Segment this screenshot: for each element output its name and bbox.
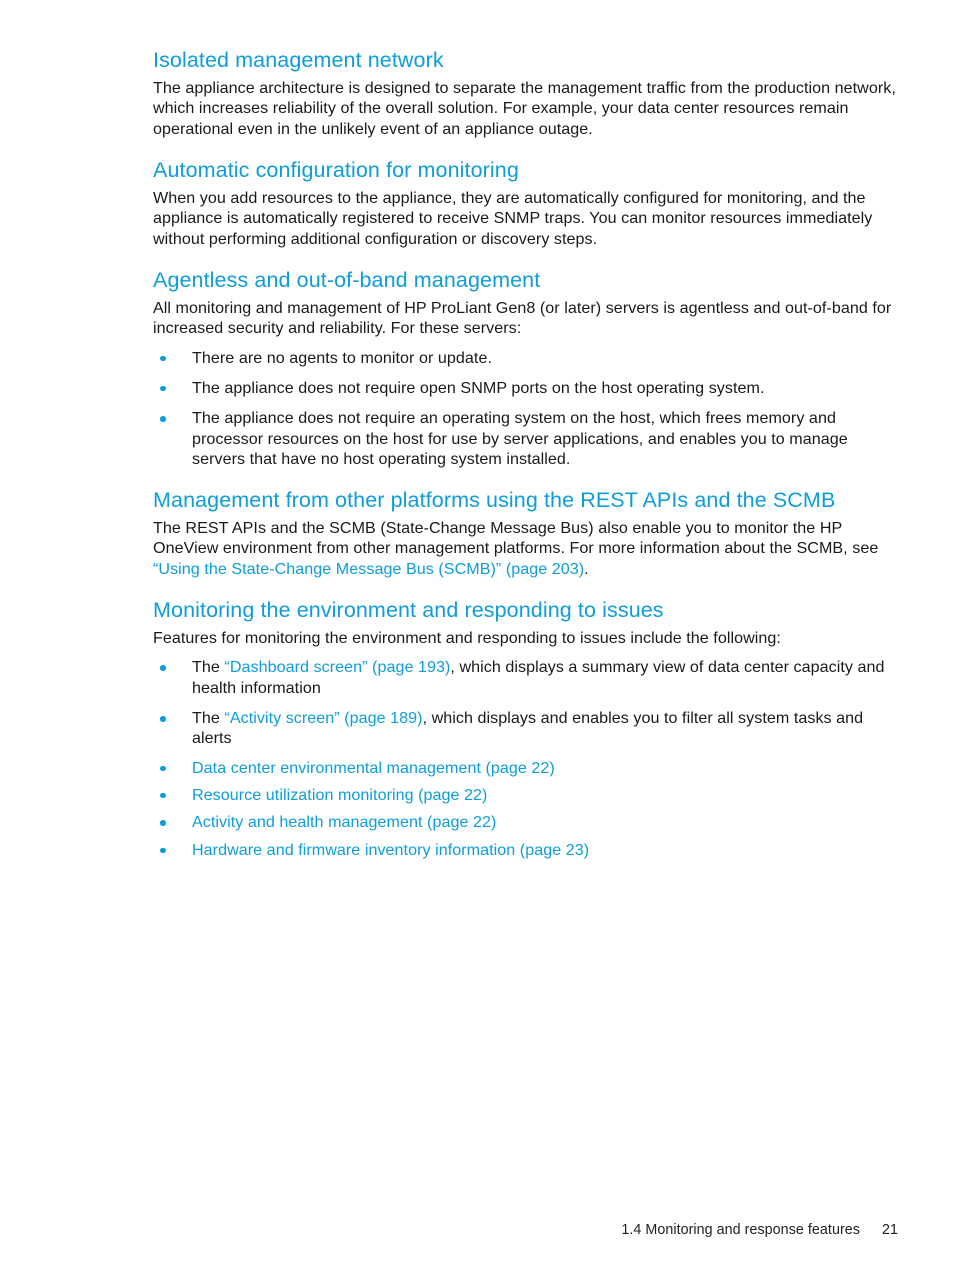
page-footer: 1.4 Monitoring and response features 21 — [153, 1222, 898, 1238]
section-management-from-other-platforms: Management from other platforms using th… — [153, 488, 898, 579]
section-heading: Isolated management network — [153, 48, 444, 72]
paragraph-text-before-link: The REST APIs and the SCMB (State-Change… — [153, 519, 879, 558]
list-item: The appliance does not require an operat… — [153, 408, 898, 469]
bullet-dot-icon — [160, 792, 166, 799]
bullet-dot-icon — [160, 820, 166, 826]
list-item: Activity and health management (page 22) — [153, 812, 898, 832]
list-item-text: The appliance does not require open SNMP… — [192, 378, 765, 397]
list-item: The “Dashboard screen” (page 193), which… — [153, 657, 898, 698]
section-isolated-management-network: Isolated management network The applianc… — [153, 48, 898, 139]
section-paragraph: Features for monitoring the environment … — [153, 629, 781, 648]
cross-reference-link-activity-screen[interactable]: “Activity screen” (page 189) — [224, 709, 422, 727]
bullet-list: The “Dashboard screen” (page 193), which… — [153, 657, 898, 748]
section-heading: Automatic configuration for monitoring — [153, 157, 519, 182]
section-paragraph: The appliance architecture is designed t… — [153, 79, 896, 138]
bullet-dot-icon — [160, 665, 166, 671]
bullet-dot-icon — [160, 355, 166, 362]
bullet-dot-icon — [160, 716, 166, 722]
list-item: The “Activity screen” (page 189), which … — [153, 708, 898, 749]
list-item-text: There are no agents to monitor or update… — [192, 348, 492, 367]
section-paragraph: When you add resources to the appliance,… — [153, 189, 873, 248]
bullet-dot-icon — [160, 847, 166, 854]
page-content: Isolated management network The applianc… — [153, 48, 898, 860]
section-heading: Agentless and out-of-band management — [153, 267, 541, 292]
cross-reference-link-scmb[interactable]: “Using the State-Change Message Bus (SCM… — [153, 560, 584, 578]
section-agentless-and-out-of-band-management: Agentless and out-of-band management All… — [153, 268, 898, 469]
bullet-list: There are no agents to monitor or update… — [153, 348, 898, 469]
cross-reference-link-activity-and-health-management[interactable]: Activity and health management (page 22) — [192, 813, 496, 831]
cross-reference-link-dashboard-screen[interactable]: “Dashboard screen” (page 193) — [224, 658, 450, 676]
section-paragraph: All monitoring and management of HP ProL… — [153, 299, 892, 338]
list-item: The appliance does not require open SNMP… — [153, 378, 898, 398]
bullet-list-links: Data center environmental management (pa… — [153, 758, 898, 860]
list-item: Resource utilization monitoring (page 22… — [153, 785, 898, 805]
paragraph-text-after-link: . — [584, 559, 589, 578]
list-item-text-before-link: The — [192, 709, 225, 728]
section-heading: Management from other platforms using th… — [153, 488, 836, 513]
cross-reference-link-hardware-and-firmware-inventory[interactable]: Hardware and firmware inventory informat… — [192, 841, 589, 859]
list-item-text: The appliance does not require an operat… — [192, 409, 848, 468]
page-number: 21 — [881, 1222, 898, 1238]
list-item-text-before-link: The — [192, 658, 225, 677]
section-automatic-configuration-for-monitoring: Automatic configuration for monitoring W… — [153, 158, 898, 249]
cross-reference-link-resource-utilization-monitoring[interactable]: Resource utilization monitoring (page 22… — [192, 786, 487, 804]
bullet-dot-icon — [160, 385, 166, 392]
list-item: Data center environmental management (pa… — [153, 758, 898, 778]
document-page: Isolated management network The applianc… — [0, 0, 954, 1271]
bullet-dot-icon — [160, 765, 166, 772]
cross-reference-link-data-center-environmental-management[interactable]: Data center environmental management (pa… — [192, 759, 555, 777]
footer-section-title: 1.4 Monitoring and response features — [621, 1222, 860, 1238]
list-item: Hardware and firmware inventory informat… — [153, 840, 898, 860]
list-item: There are no agents to monitor or update… — [153, 348, 898, 368]
bullet-dot-icon — [160, 416, 166, 422]
section-monitoring-the-environment: Monitoring the environment and respondin… — [153, 598, 898, 860]
section-heading: Monitoring the environment and respondin… — [153, 598, 664, 623]
section-paragraph: The REST APIs and the SCMB (State-Change… — [153, 518, 898, 579]
